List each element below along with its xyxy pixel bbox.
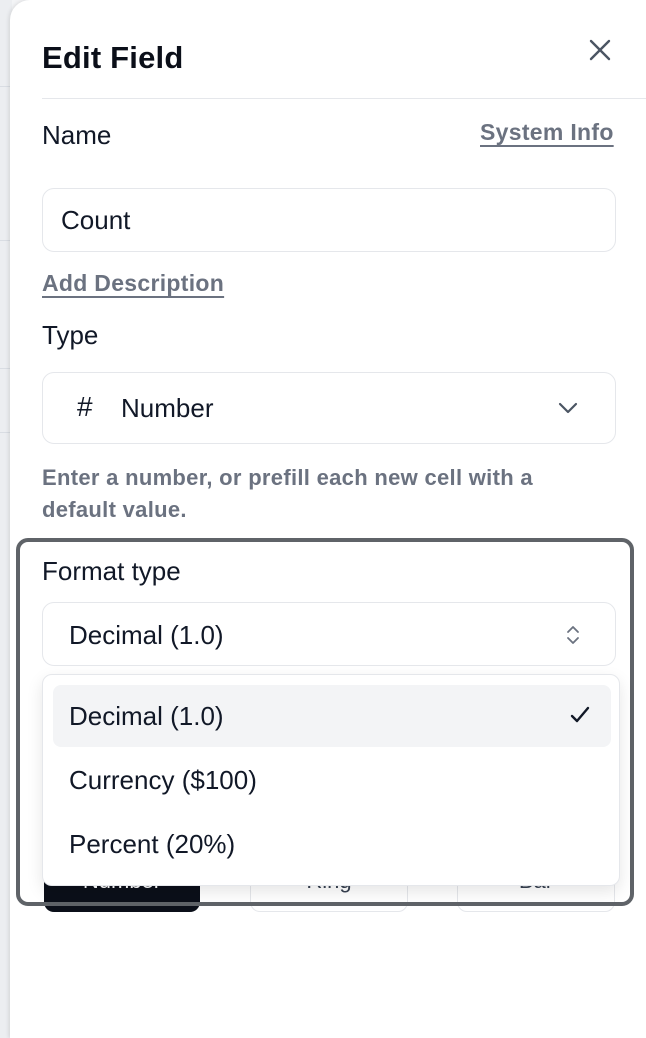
- format-option-percent[interactable]: Percent (20%): [53, 813, 611, 875]
- type-help-text: Enter a number, or prefill each new cell…: [42, 465, 533, 522]
- chevron-down-icon: [558, 402, 578, 414]
- hash-icon: #: [77, 391, 93, 422]
- type-label: Type: [42, 320, 99, 350]
- panel-title: Edit Field: [42, 40, 184, 75]
- format-type-value: Decimal (1.0): [69, 620, 224, 650]
- format-type-select[interactable]: Decimal (1.0): [42, 602, 616, 666]
- header-divider: [42, 98, 646, 99]
- format-type-dropdown: Decimal (1.0) Currency ($100) Percent (2…: [42, 674, 620, 886]
- type-value: Number: [121, 393, 214, 423]
- format-option-currency[interactable]: Currency ($100): [53, 749, 611, 811]
- type-select[interactable]: # Number: [42, 372, 616, 444]
- chevron-up-down-icon: [567, 626, 579, 644]
- name-input[interactable]: Count: [42, 188, 616, 252]
- system-info-link[interactable]: System Info: [480, 119, 614, 146]
- check-icon: [570, 706, 590, 723]
- close-button[interactable]: [582, 33, 618, 69]
- format-option-decimal[interactable]: Decimal (1.0): [53, 685, 611, 747]
- name-label: Name: [42, 120, 112, 150]
- format-option-label: Currency ($100): [69, 765, 257, 795]
- add-description-link[interactable]: Add Description: [42, 270, 224, 297]
- format-type-label: Format type: [42, 556, 181, 586]
- close-icon: [589, 39, 611, 61]
- format-option-label: Percent (20%): [69, 829, 236, 859]
- format-option-label: Decimal (1.0): [69, 701, 224, 731]
